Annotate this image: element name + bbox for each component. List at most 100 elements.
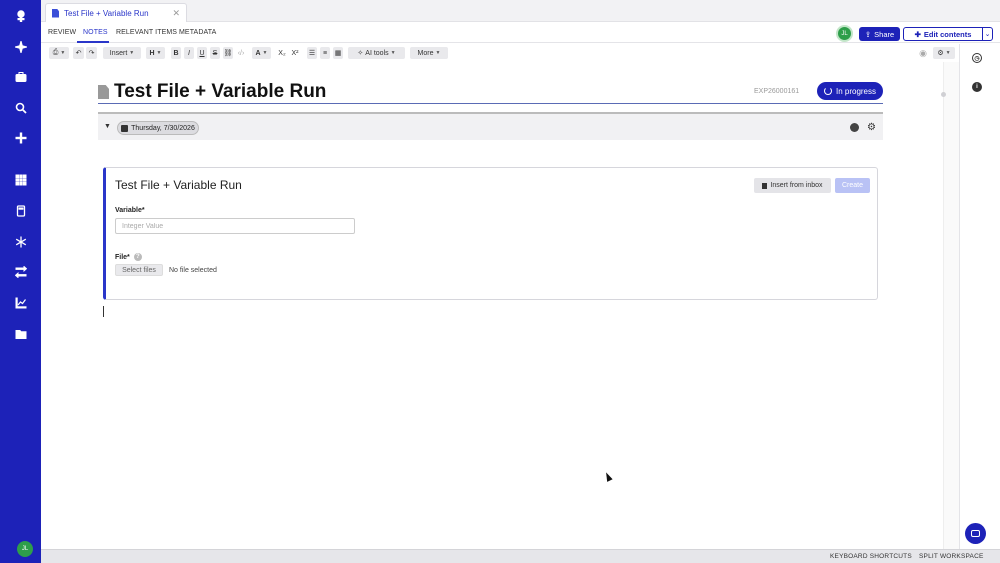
apps-grid-icon[interactable] [13, 172, 28, 187]
inbox-icon [762, 182, 768, 189]
document-tab-title: Test File + Variable Run [64, 8, 149, 18]
font-color-icon: A [255, 49, 261, 57]
date-chip[interactable]: Thursday, 7/30/2026 [117, 121, 199, 135]
table-icon: ▦ [334, 50, 342, 57]
bold-button[interactable]: B [171, 47, 181, 59]
search-icon[interactable] [13, 100, 28, 115]
editor-settings-menu[interactable]: ⚙ ▼ [933, 47, 955, 59]
page-title[interactable]: Test File + Variable Run [114, 81, 326, 103]
title-divider [98, 103, 883, 104]
strikethrough-icon: S [212, 49, 218, 57]
gear-icon[interactable]: ⚙ [867, 122, 876, 133]
font-color-menu[interactable]: A ▼ [252, 47, 271, 59]
code-icon: ‹/› [237, 49, 245, 57]
rail-user-avatar[interactable]: JL [17, 541, 33, 557]
folder-icon[interactable] [13, 326, 28, 341]
subscript-button[interactable]: X₂ [276, 47, 288, 59]
status-button[interactable]: In progress [817, 82, 883, 100]
edit-contents-label: Edit contents [923, 29, 972, 39]
notebook-icon[interactable] [13, 203, 28, 218]
superscript-icon: X² [291, 49, 299, 57]
editor-scrollbar[interactable] [943, 62, 959, 549]
sparkle-icon[interactable] [13, 39, 28, 54]
variable-input[interactable] [115, 218, 355, 234]
plus-icon[interactable] [13, 130, 28, 145]
chat-button[interactable] [965, 523, 986, 544]
heading-label: H [149, 49, 155, 57]
form-title: Test File + Variable Run [115, 178, 242, 192]
numbered-list-button[interactable]: ≡ [320, 47, 330, 59]
footer-bar: KEYBOARD SHORTCUTS SPLIT WORKSPACE [41, 549, 1000, 563]
insert-from-inbox-label: Insert from inbox [770, 182, 823, 189]
code-button[interactable]: ‹/› [236, 47, 246, 59]
more-menu-label: More [417, 49, 434, 57]
print-button[interactable]: ⎙ ▼ [49, 47, 69, 59]
chevron-down-icon: ▼ [390, 50, 396, 56]
strikethrough-button[interactable]: S [210, 47, 220, 59]
info-icon[interactable]: i [972, 82, 982, 92]
help-icon[interactable]: ? [133, 253, 142, 261]
tab-review[interactable]: REVIEW [48, 29, 76, 36]
superscript-button[interactable]: X² [289, 47, 301, 59]
underline-icon: U [199, 49, 205, 57]
underline-button[interactable]: U [197, 47, 207, 59]
table-button[interactable]: ▦ [333, 47, 343, 59]
file-field-label: File* ? [115, 253, 142, 261]
more-menu[interactable]: More ▼ [410, 47, 448, 59]
numbered-list-icon: ≡ [322, 49, 328, 57]
tab-metadata[interactable]: METADATA [179, 29, 216, 36]
italic-icon: I [188, 49, 190, 57]
ai-tools-menu[interactable]: ✧ AI tools ▼ [348, 47, 405, 59]
share-button-label: Share [874, 29, 895, 39]
subscript-icon: X₂ [278, 49, 286, 57]
chevron-down-icon: ⌄ [984, 31, 991, 38]
tab-strip: Test File + Variable Run ✕ [41, 0, 1000, 22]
sync-status-icon[interactable]: ◉ [917, 47, 929, 59]
view-nav: REVIEW NOTES RELEVANT ITEMS METADATA JL … [41, 22, 1000, 43]
insert-menu-label: Insert [109, 49, 128, 57]
edit-contents-dropdown[interactable]: ⌄ [982, 27, 993, 41]
insert-from-inbox-button[interactable]: Insert from inbox [754, 178, 831, 193]
share-button[interactable]: ⇪ Share [859, 27, 900, 41]
create-button[interactable]: Create [835, 178, 870, 193]
variable-label: Variable* [115, 207, 145, 214]
print-icon: ⎙ [52, 49, 59, 56]
tab-notes[interactable]: NOTES [83, 29, 108, 36]
document-tab[interactable]: Test File + Variable Run ✕ [45, 3, 187, 22]
text-caret [103, 306, 104, 317]
user-avatar[interactable]: JL [836, 25, 853, 42]
edit-contents-button[interactable]: ✚ Edit contents [903, 27, 983, 41]
chevron-down-icon: ▼ [945, 50, 951, 56]
link-icon: ⛓ [223, 50, 233, 57]
entry-date-bar: ▼ Thursday, 7/30/2026 ⚙ [98, 112, 883, 140]
palette-icon[interactable] [850, 123, 859, 132]
close-tab-icon[interactable]: ✕ [172, 8, 180, 19]
link-button[interactable]: ⛓ [223, 47, 233, 59]
keyboard-shortcuts-link[interactable]: KEYBOARD SHORTCUTS [830, 553, 912, 560]
insert-menu[interactable]: Insert ▼ [103, 47, 141, 59]
workflow-icon[interactable] [13, 264, 28, 279]
share-icon: ⇪ [864, 29, 872, 39]
chat-icon [971, 530, 980, 537]
collapse-toggle-icon[interactable]: ▼ [104, 123, 111, 130]
heading-menu[interactable]: H ▼ [146, 47, 165, 59]
tab-relevant-items[interactable]: RELEVANT ITEMS [116, 29, 177, 36]
ai-tools-label: AI tools [365, 49, 389, 57]
split-workspace-link[interactable]: SPLIT WORKSPACE [919, 553, 984, 560]
bold-icon: B [173, 49, 179, 57]
briefcase-icon[interactable] [13, 69, 28, 84]
mouse-cursor-icon [603, 471, 613, 482]
file-label: File* [115, 253, 130, 261]
progress-icon [823, 87, 832, 95]
snowflake-icon[interactable] [13, 234, 28, 249]
calendar-icon [121, 124, 129, 132]
chevron-down-icon: ▼ [435, 50, 441, 56]
chart-icon[interactable] [13, 295, 28, 310]
italic-button[interactable]: I [184, 47, 194, 59]
history-clock-icon[interactable]: ◷ [972, 53, 982, 63]
undo-button[interactable]: ↶ [73, 47, 84, 59]
brand-logo-icon[interactable] [13, 8, 28, 23]
bullet-list-button[interactable]: ☰ [307, 47, 317, 59]
select-files-button[interactable]: Select files [115, 264, 163, 276]
redo-button[interactable]: ↷ [86, 47, 97, 59]
